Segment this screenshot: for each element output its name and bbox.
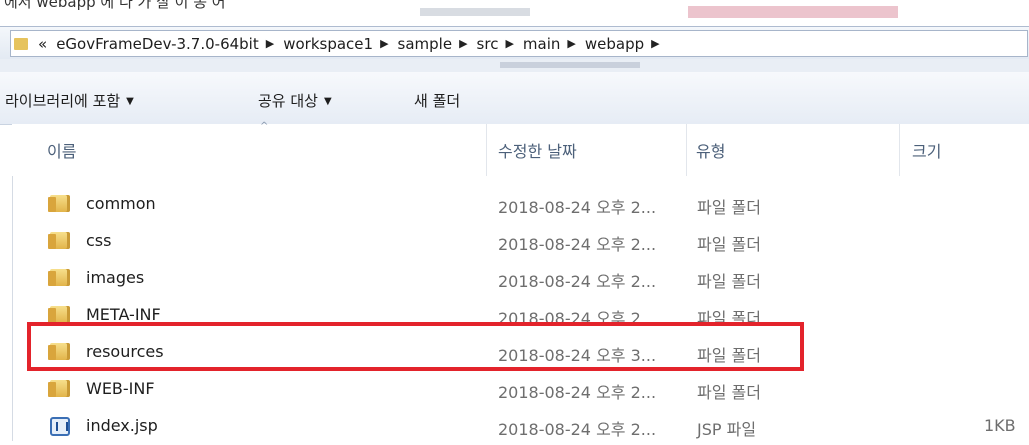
list-item[interactable]: index.jsp 2018-08-24 오후 2... JSP 파일 1KB xyxy=(12,408,1029,445)
file-type: 파일 폴더 xyxy=(697,235,761,254)
chevron-down-icon: ▼ xyxy=(323,96,332,107)
file-type: 파일 폴더 xyxy=(697,383,761,402)
file-modified: 2018-08-24 오후 2... xyxy=(498,272,657,291)
breadcrumb-item[interactable]: workspace1 xyxy=(280,35,376,53)
file-name: images xyxy=(86,268,145,287)
column-modified[interactable]: 수정한 날짜 xyxy=(498,138,577,162)
file-modified: 2018-08-24 오후 2... xyxy=(498,235,657,254)
list-item[interactable]: WEB-INF 2018-08-24 오후 2... 파일 폴더 xyxy=(12,371,1029,408)
breadcrumb-separator-icon[interactable]: ▶ xyxy=(262,37,280,50)
file-type: 파일 폴더 xyxy=(697,198,761,217)
command-toolbar: 라이브러리에 포함 ▼ 공유 대상 ▼ 새 폴더 xyxy=(0,72,1029,125)
file-size: 1KB xyxy=(984,416,1016,435)
top-caption: 에서 webapp 에 다 가 잘 이 동 어 xyxy=(4,0,226,11)
chevron-down-icon: ▼ xyxy=(126,96,134,107)
breadcrumb-separator-icon[interactable]: ▶ xyxy=(647,37,665,50)
column-type[interactable]: 유형 xyxy=(696,138,725,162)
folder-icon xyxy=(48,269,70,286)
file-modified: 2018-08-24 오후 2... xyxy=(498,198,657,217)
folder-icon xyxy=(48,306,70,323)
breadcrumb-separator-icon[interactable]: ▶ xyxy=(501,37,519,50)
file-type: JSP 파일 xyxy=(697,420,757,439)
breadcrumb-separator-icon[interactable]: ▶ xyxy=(376,37,394,50)
folder-icon xyxy=(48,195,70,212)
column-divider[interactable] xyxy=(686,124,687,176)
file-name: WEB-INF xyxy=(86,379,155,398)
folder-icon xyxy=(14,37,28,50)
breadcrumb-separator-icon[interactable]: ▶ xyxy=(455,37,473,50)
column-size[interactable]: 크기 xyxy=(912,138,941,162)
file-modified: 2018-08-24 오후 2... xyxy=(498,420,657,439)
folder-icon xyxy=(48,232,70,249)
folder-icon xyxy=(48,380,70,397)
new-folder-button[interactable]: 새 폴더 xyxy=(414,90,460,111)
list-item[interactable]: images 2018-08-24 오후 2... 파일 폴더 xyxy=(12,260,1029,297)
file-name: css xyxy=(86,231,112,250)
sort-ascending-icon: ^ xyxy=(260,121,269,132)
list-item[interactable]: css 2018-08-24 오후 2... 파일 폴더 xyxy=(12,223,1029,260)
file-name: common xyxy=(86,194,156,213)
menu-strip xyxy=(0,59,1029,72)
blurred-bar xyxy=(420,8,530,16)
breadcrumb[interactable]: « eGovFrameDev-3.7.0-64bit ▶ workspace1 … xyxy=(10,30,1028,57)
list-item[interactable]: common 2018-08-24 오후 2... 파일 폴더 xyxy=(12,186,1029,223)
file-rows: common 2018-08-24 오후 2... 파일 폴더 css 2018… xyxy=(12,186,1029,445)
breadcrumb-item[interactable]: webapp xyxy=(582,35,647,53)
breadcrumb-item[interactable]: main xyxy=(520,35,563,53)
column-header: ^ 이름 수정한 날짜 유형 크기 xyxy=(12,121,1029,176)
file-name: index.jsp xyxy=(86,416,158,435)
breadcrumb-separator-icon[interactable]: ▶ xyxy=(563,37,581,50)
share-with-button[interactable]: 공유 대상 ▼ xyxy=(258,90,332,111)
breadcrumb-item[interactable]: src xyxy=(474,35,502,53)
column-divider[interactable] xyxy=(486,124,487,176)
file-modified: 2018-08-24 오후 2... xyxy=(498,383,657,402)
blurred-bar-pink xyxy=(688,6,898,18)
share-with-label: 공유 대상 xyxy=(258,92,318,110)
breadcrumb-overflow-chevron[interactable]: « xyxy=(38,35,53,53)
top-caption-strip: 에서 webapp 에 다 가 잘 이 동 어 xyxy=(0,0,1029,22)
file-type: 파일 폴더 xyxy=(697,272,761,291)
include-in-library-button[interactable]: 라이브러리에 포함 ▼ xyxy=(5,90,134,111)
column-divider[interactable] xyxy=(899,124,900,176)
include-in-library-label: 라이브러리에 포함 xyxy=(5,92,121,110)
jsp-file-icon xyxy=(50,417,70,436)
blurred-bar xyxy=(500,62,640,68)
column-name[interactable]: 이름 xyxy=(47,138,76,162)
address-bar: « eGovFrameDev-3.7.0-64bit ▶ workspace1 … xyxy=(0,26,1029,60)
breadcrumb-item[interactable]: eGovFrameDev-3.7.0-64bit xyxy=(53,35,262,53)
highlight-box xyxy=(27,322,804,371)
breadcrumb-item[interactable]: sample xyxy=(395,35,456,53)
